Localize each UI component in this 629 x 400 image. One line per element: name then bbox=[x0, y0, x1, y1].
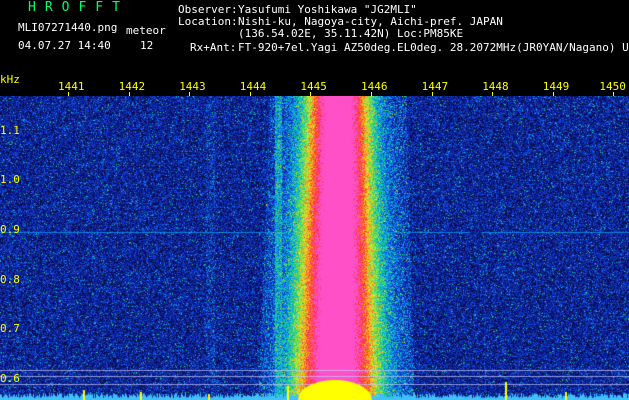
time-axis-label: 0.7 bbox=[0, 322, 20, 335]
freq-tick-label: 1446 bbox=[361, 80, 388, 93]
freq-tick-label: 1448 bbox=[482, 80, 509, 93]
rx-value: FT-920+7el.Yagi AZ50deg.EL0deg. 28.2072M… bbox=[238, 41, 629, 54]
freq-tick-label: 1449 bbox=[542, 80, 570, 93]
rx-label: Rx+Ant: bbox=[190, 41, 237, 54]
time-axis-label: 1.1 bbox=[0, 124, 20, 137]
time-axis-label: 0.6 bbox=[0, 372, 20, 385]
freq-tick-label: 1441 bbox=[58, 80, 85, 93]
freq-tick-label: 1445 bbox=[300, 80, 327, 93]
meteor-count: 12 bbox=[140, 39, 154, 52]
file-name: MLI07271440.png bbox=[18, 21, 118, 34]
time-axis-label: 0.9 bbox=[0, 223, 20, 236]
meteor-label: meteor bbox=[126, 24, 166, 37]
time-axis-label: 0.8 bbox=[0, 273, 20, 286]
freq-tick-label: 1443 bbox=[179, 80, 206, 93]
freq-tick-label: 1447 bbox=[421, 80, 449, 93]
hrofft-window: HROFFT MLI07271440.png 04.07.27 14:40 me… bbox=[0, 0, 629, 400]
spectrogram-canvas bbox=[0, 96, 629, 400]
freq-tick-label: 1444 bbox=[239, 80, 267, 93]
location-label: Location: bbox=[178, 15, 238, 28]
freq-unit-label: kHz bbox=[0, 73, 20, 86]
freq-tick-label: 1442 bbox=[118, 80, 146, 93]
app-title: HROFFT bbox=[28, 0, 129, 15]
coords-value: (136.54.02E, 35.11.42N) Loc:PM85KE bbox=[238, 27, 464, 40]
timestamp: 04.07.27 14:40 bbox=[18, 39, 111, 52]
time-axis-label: 1.0 bbox=[0, 173, 20, 186]
